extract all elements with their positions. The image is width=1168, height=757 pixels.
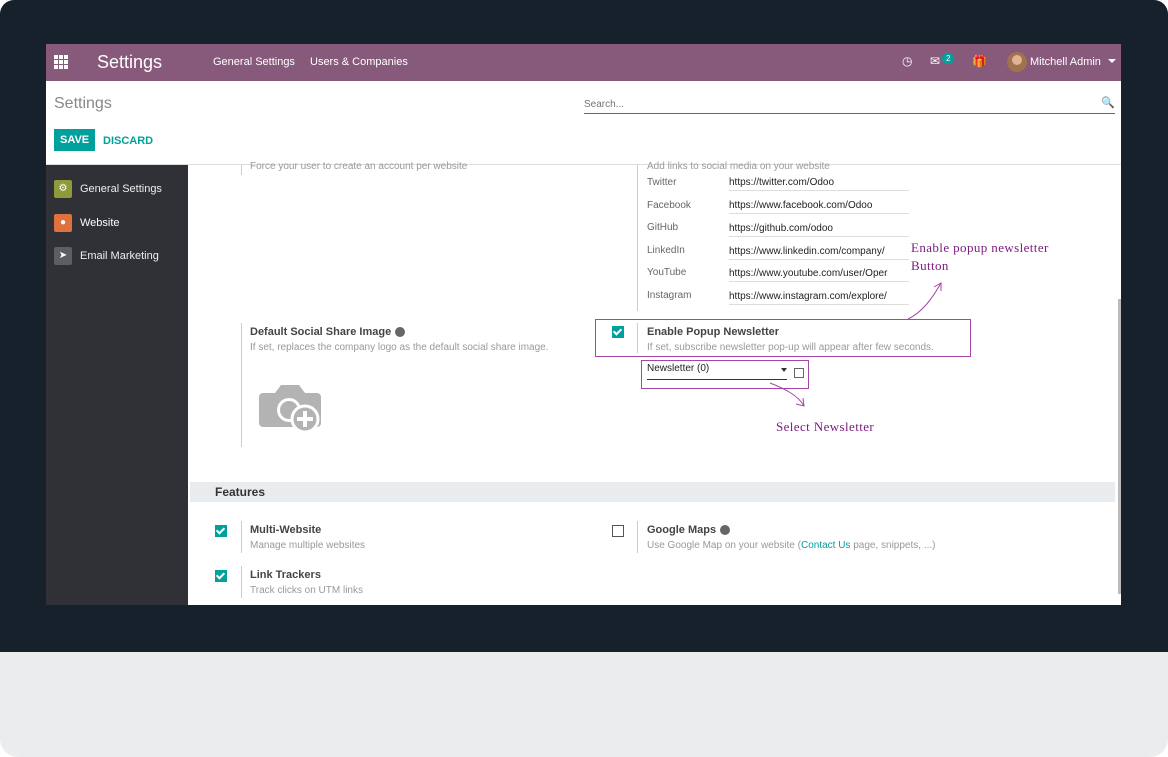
share-image-title-text: Default Social Share Image [250, 326, 392, 338]
twitter-url-field[interactable]: https://twitter.com/Odoo [729, 177, 909, 191]
social-label-github: GitHub [647, 222, 679, 233]
monitor-frame: Settings General Settings Users & Compan… [0, 0, 1168, 652]
highlight-box-popup [595, 319, 971, 357]
faded-description: Add links to social media on your websit… [647, 161, 830, 172]
divider [241, 165, 242, 175]
link-trackers-checkbox[interactable] [215, 570, 227, 582]
google-maps-title: Google Maps [647, 524, 731, 536]
facebook-url-field[interactable]: https://www.facebook.com/Odoo [729, 200, 909, 214]
google-maps-checkbox[interactable] [612, 525, 624, 537]
sidebar-item-label: General Settings [80, 182, 162, 195]
faded-description: Force your user to create an account per… [250, 161, 468, 172]
menu-users-companies[interactable]: Users & Companies [310, 56, 408, 68]
divider [241, 521, 242, 553]
sidebar-item-email-marketing[interactable]: ➤ Email Marketing [54, 247, 159, 265]
divider [637, 521, 638, 553]
app-brand[interactable]: Settings [97, 52, 162, 73]
multi-website-checkbox[interactable] [215, 525, 227, 537]
annotation-arrow-down [769, 382, 805, 407]
features-section-header: Features [190, 482, 1115, 502]
globe-icon: ● [54, 214, 72, 232]
sidebar-item-label: Email Marketing [80, 249, 159, 262]
sidebar-item-label: Website [80, 216, 120, 229]
google-maps-desc-before: Use Google Map on your website ( [647, 540, 801, 551]
globe-icon [395, 327, 406, 338]
annotation-popup: Enable popup newsletter Button [911, 239, 1049, 275]
share-image-title: Default Social Share Image [250, 326, 406, 338]
top-navbar: Settings General Settings Users & Compan… [46, 44, 1121, 81]
link-trackers-title: Link Trackers [250, 569, 321, 581]
gear-icon: ⚙ [54, 180, 72, 198]
annotation-select: Select Newsletter [776, 419, 875, 434]
messages-badge: 2 [942, 53, 955, 64]
google-maps-description: Use Google Map on your website (Contact … [647, 540, 936, 551]
scrollbar[interactable] [1118, 299, 1121, 594]
instagram-url-field[interactable]: https://www.instagram.com/explore/ [729, 291, 909, 305]
multi-website-title: Multi-Website [250, 524, 322, 536]
user-caret-icon[interactable] [1108, 59, 1116, 63]
annotation-arrow-up [907, 282, 942, 320]
app-screen: Settings General Settings Users & Compan… [46, 44, 1121, 605]
page-title: Settings [54, 95, 112, 112]
social-label-youtube: YouTube [647, 267, 687, 278]
avatar[interactable] [1007, 52, 1027, 72]
linkedin-url-field[interactable]: https://www.linkedin.com/company/ [729, 246, 909, 260]
multi-website-description: Manage multiple websites [250, 540, 366, 551]
divider [241, 566, 242, 598]
google-maps-desc-after: page, snippets, ...) [850, 540, 936, 551]
social-label-facebook: Facebook [647, 200, 691, 211]
contact-us-link[interactable]: Contact Us [801, 540, 850, 551]
messages-icon[interactable]: ✉ [930, 54, 940, 68]
settings-content: Force your user to create an account per… [188, 161, 1121, 605]
social-label-instagram: Instagram [647, 290, 692, 301]
divider [637, 165, 638, 311]
paper-plane-icon: ➤ [54, 247, 72, 265]
share-image-description: If set, replaces the company logo as the… [250, 342, 549, 353]
annotation-popup-line2: Button [911, 258, 949, 273]
divider [241, 323, 242, 447]
youtube-url-field[interactable]: https://www.youtube.com/user/Oper [729, 268, 909, 282]
search-bar: 🔍 [584, 94, 1115, 114]
save-button[interactable]: SAVE [54, 129, 96, 151]
globe-icon [720, 525, 731, 536]
google-maps-title-text: Google Maps [647, 524, 717, 536]
annotation-popup-line1: Enable popup newsletter [911, 240, 1049, 255]
activity-clock-icon[interactable]: ◷ [902, 54, 912, 68]
github-url-field[interactable]: https://github.com/odoo [729, 223, 909, 237]
social-label-twitter: Twitter [647, 177, 677, 188]
discard-button[interactable]: DISCARD [103, 135, 153, 147]
link-trackers-description: Track clicks on UTM links [250, 585, 363, 596]
camera-plus-icon[interactable] [259, 379, 323, 433]
settings-sidebar: ⚙ General Settings ● Website ➤ Email Market… [46, 165, 188, 605]
social-label-linkedin: LinkedIn [647, 245, 685, 256]
sidebar-item-website[interactable]: ● Website [54, 214, 120, 232]
gift-icon[interactable]: 🎁 [972, 54, 987, 68]
monitor-stand [0, 652, 1168, 757]
apps-menu-icon[interactable] [54, 55, 68, 69]
features-heading: Features [215, 485, 266, 499]
user-menu[interactable]: Mitchell Admin [1030, 56, 1101, 68]
search-input[interactable] [584, 97, 1084, 112]
sidebar-item-general-settings[interactable]: ⚙ General Settings [54, 180, 162, 198]
search-icon[interactable]: 🔍 [1101, 96, 1115, 109]
menu-general-settings[interactable]: General Settings [213, 56, 295, 68]
